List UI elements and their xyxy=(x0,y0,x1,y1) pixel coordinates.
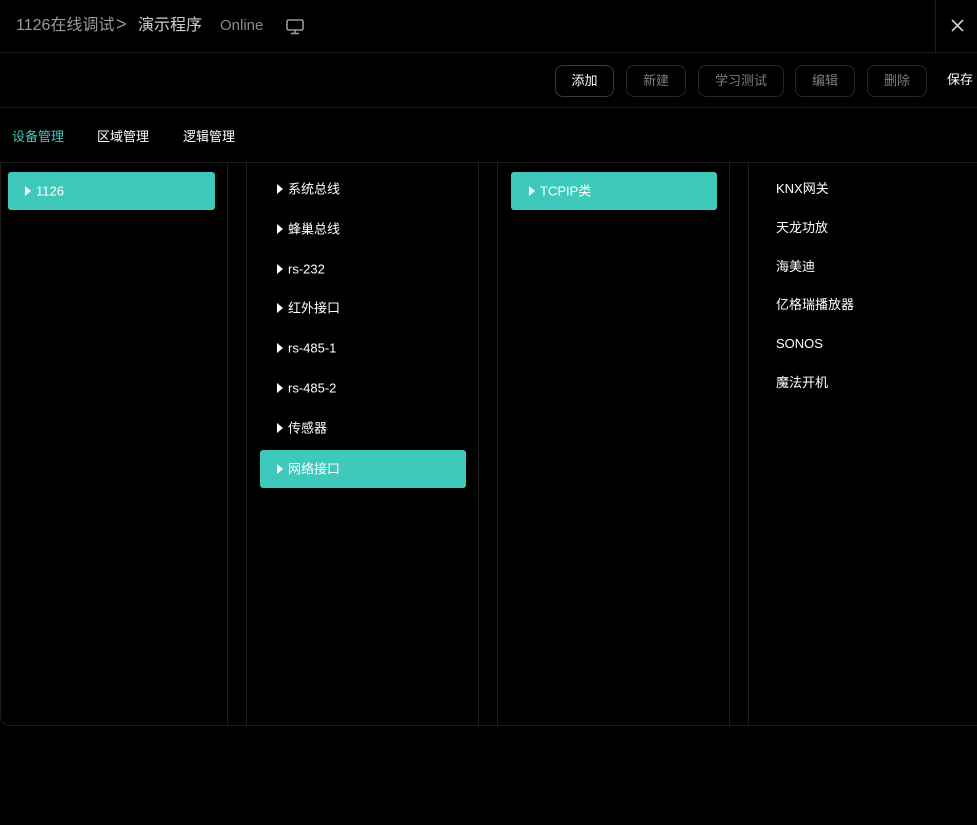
column-divider xyxy=(748,163,749,725)
close-icon xyxy=(951,19,964,32)
interface-item[interactable]: rs-485-1 xyxy=(260,329,466,367)
interface-item[interactable]: 网络接口 xyxy=(260,450,466,488)
interface-item[interactable]: rs-485-2 xyxy=(260,369,466,407)
expand-triangle-icon xyxy=(277,463,283,474)
interface-item[interactable]: rs-232 xyxy=(260,250,466,288)
host-item[interactable]: 1126 xyxy=(8,172,215,210)
expand-triangle-icon xyxy=(277,223,283,234)
device-item[interactable]: 亿格瑞播放器 xyxy=(762,286,962,324)
new-button[interactable]: 新建 xyxy=(626,65,686,97)
expand-triangle-icon xyxy=(277,263,283,274)
expand-triangle-icon xyxy=(277,342,283,353)
expand-triangle-icon xyxy=(529,185,535,196)
device-item[interactable]: 魔法开机 xyxy=(762,364,962,402)
interface-item[interactable]: 系统总线 xyxy=(260,170,466,208)
column-divider xyxy=(478,163,479,725)
expand-triangle-icon xyxy=(25,185,31,196)
tab-logic-management[interactable]: 逻辑管理 xyxy=(183,126,235,145)
expand-triangle-icon xyxy=(277,183,283,194)
breadcrumb-root[interactable]: 1126在线调试 xyxy=(16,16,114,36)
column-divider xyxy=(497,163,498,725)
tab-device-management[interactable]: 设备管理 xyxy=(12,126,64,145)
add-button[interactable]: 添加 xyxy=(555,65,614,97)
learn-test-button[interactable]: 学习测试 xyxy=(698,65,784,97)
device-item[interactable]: KNX网关 xyxy=(762,170,962,208)
status-text: Online xyxy=(220,17,264,34)
column-divider xyxy=(729,163,730,725)
expand-triangle-icon xyxy=(277,422,283,433)
category-item[interactable]: TCPIP类 xyxy=(511,172,717,210)
device-item[interactable]: 海美迪 xyxy=(762,248,962,286)
title-bar: 1126在线调试 > 演示程序 Online xyxy=(0,0,977,53)
edit-button[interactable]: 编辑 xyxy=(795,65,855,97)
tab-bar: 设备管理 区域管理 逻辑管理 xyxy=(0,108,977,163)
toolbar: 添加 新建 学习测试 编辑 删除 保存 xyxy=(0,53,977,108)
breadcrumb-program: 演示程序 xyxy=(138,17,203,34)
expand-triangle-icon xyxy=(277,382,283,393)
column-divider xyxy=(246,163,247,725)
tab-area-management[interactable]: 区域管理 xyxy=(97,126,149,145)
device-item[interactable]: 天龙功放 xyxy=(762,209,962,247)
interface-item[interactable]: 蜂巢总线 xyxy=(260,210,466,248)
save-button[interactable]: 保存 xyxy=(947,65,977,97)
monitor-icon[interactable] xyxy=(286,19,304,40)
expand-triangle-icon xyxy=(277,302,283,313)
column-divider xyxy=(227,163,228,725)
delete-button[interactable]: 删除 xyxy=(867,65,927,97)
device-item[interactable]: SONOS xyxy=(762,325,962,363)
interface-item[interactable]: 红外接口 xyxy=(260,289,466,327)
close-button[interactable] xyxy=(935,0,977,52)
interface-item[interactable]: 传感器 xyxy=(260,409,466,447)
breadcrumb-separator: > xyxy=(116,14,127,34)
